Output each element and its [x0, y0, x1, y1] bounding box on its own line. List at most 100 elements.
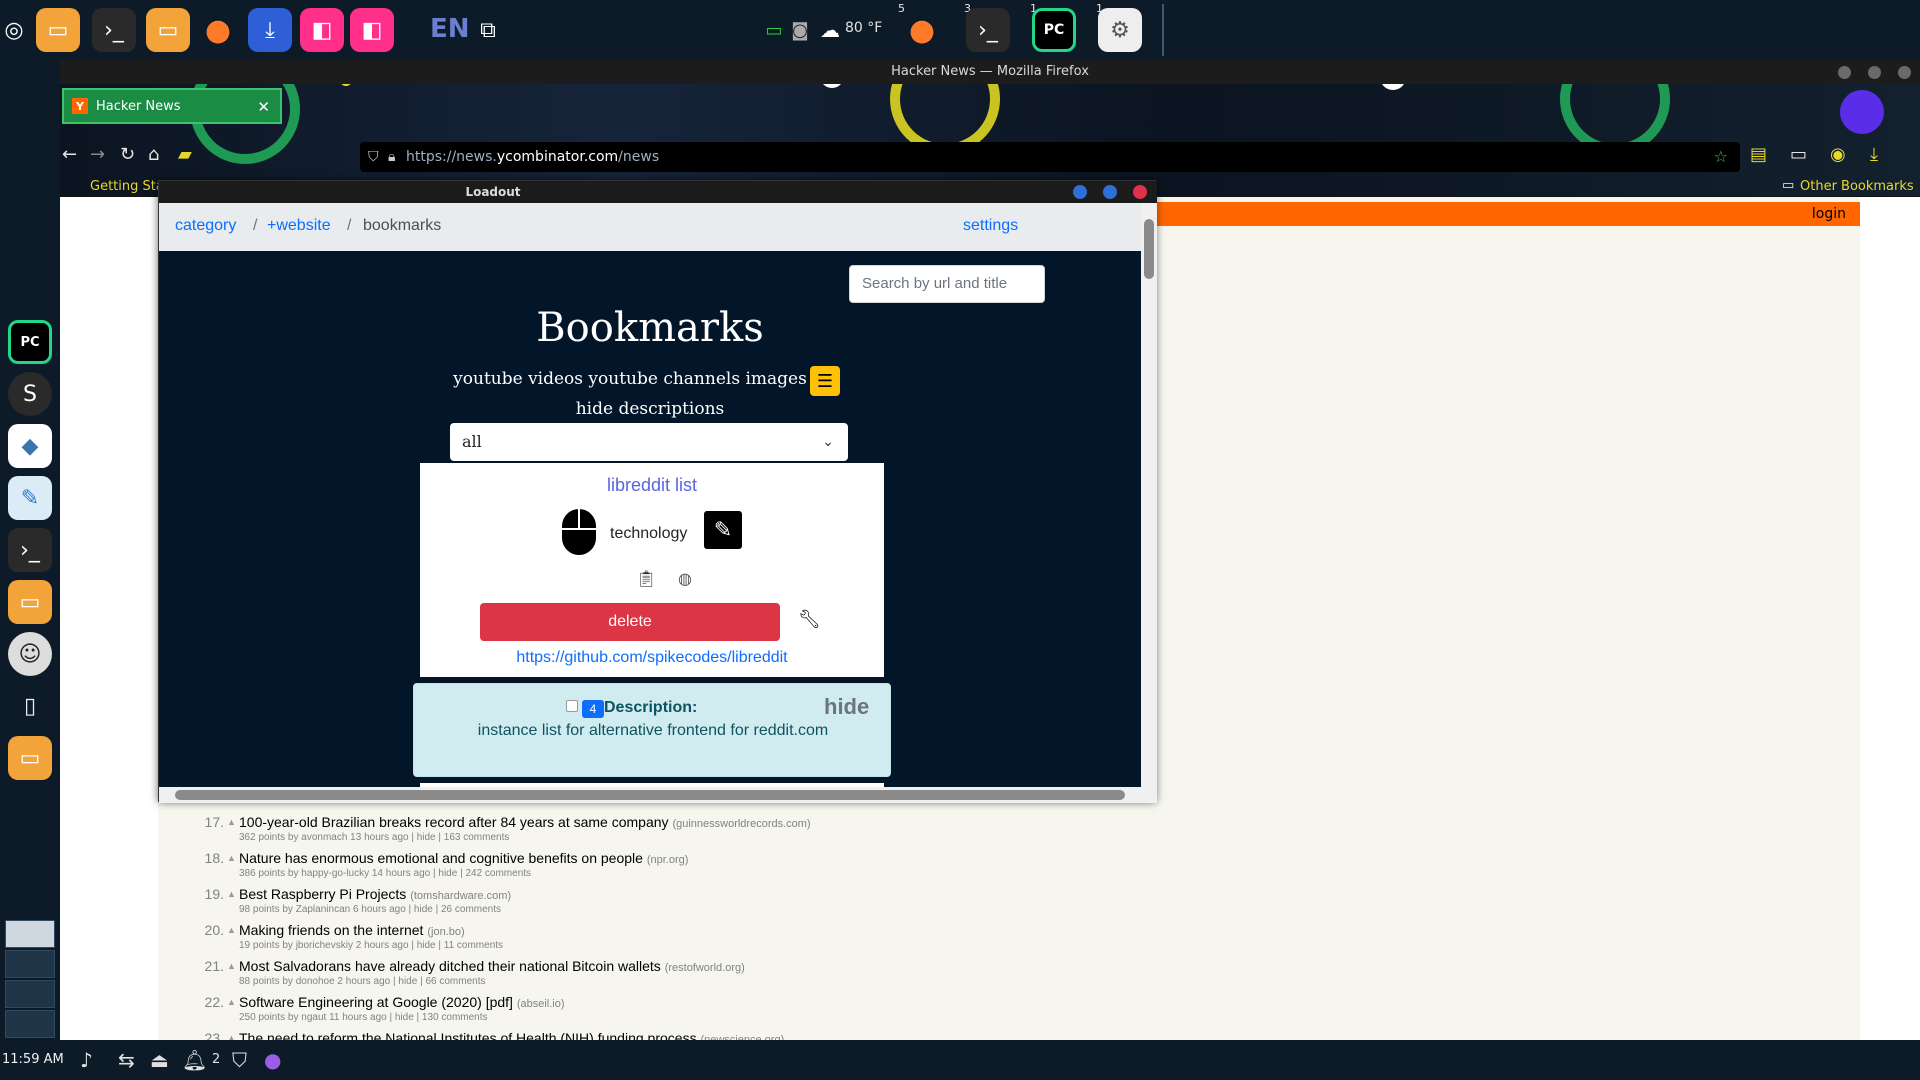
upvote-icon[interactable]: ▲ — [227, 817, 236, 827]
pycharm-icon[interactable]: PC — [8, 320, 52, 364]
notification-icon[interactable]: 🔔︎ — [182, 1048, 207, 1072]
shop-icon-2[interactable]: ◧ — [350, 8, 394, 52]
lock-icon[interactable]: 🔒︎ — [388, 142, 395, 172]
files-dock-icon[interactable]: ▭ — [8, 580, 52, 624]
tab-hacker-news[interactable]: Y Hacker News ✕ — [62, 88, 282, 124]
tab-close-icon[interactable]: ✕ — [257, 98, 270, 116]
terminal-running-icon[interactable]: ›_ — [966, 8, 1010, 52]
firefox-icon[interactable]: ● — [196, 8, 240, 52]
back-icon[interactable]: ← — [62, 144, 77, 165]
story-title-text[interactable]: 100-year-old Brazilian breaks record aft… — [239, 814, 669, 830]
settings-running-icon[interactable]: ⚙ — [1098, 8, 1142, 52]
story-site[interactable]: (jon.bo) — [427, 926, 464, 938]
edit-icon[interactable]: ✎ — [704, 511, 742, 549]
workspace-icon[interactable]: ⧉ — [466, 8, 510, 52]
upvote-icon[interactable]: ▲ — [227, 853, 236, 863]
story-site[interactable]: (abseil.io) — [517, 998, 565, 1010]
close-button[interactable] — [1898, 66, 1911, 79]
scrollbar-thumb[interactable] — [175, 790, 1125, 800]
firefox-running-icon[interactable]: ● — [900, 8, 944, 52]
loadout-maximize-button[interactable] — [1103, 185, 1117, 199]
folder-icon[interactable]: ▭ — [146, 8, 190, 52]
shop-icon[interactable]: ◧ — [300, 8, 344, 52]
bookmark-star-icon[interactable]: ☆ — [1714, 142, 1728, 172]
globe-icon[interactable]: ◍ — [678, 569, 692, 588]
vertical-scrollbar[interactable] — [1141, 203, 1157, 787]
maximize-button[interactable] — [1868, 66, 1881, 79]
story-title[interactable]: Software Engineering at Google (2020) [p… — [239, 994, 565, 1010]
bookmark-getting-started[interactable]: Getting Sta — [90, 179, 164, 194]
workspace-4[interactable] — [5, 1010, 55, 1038]
workspace-3[interactable] — [5, 980, 55, 1008]
pycharm-running-icon[interactable]: PC — [1032, 8, 1076, 52]
shield-icon[interactable]: ⛉ — [232, 1048, 247, 1072]
story-title[interactable]: Making friends on the internet (jon.bo) — [239, 922, 465, 938]
bookmark-url[interactable]: https://github.com/spikecodes/libreddit — [420, 649, 884, 667]
upvote-icon[interactable]: ▲ — [227, 961, 236, 971]
extension-icon[interactable]: ▰ — [178, 144, 192, 165]
upvote-icon[interactable]: ▲ — [227, 925, 236, 935]
folder-dock-icon[interactable]: ▭ — [8, 736, 52, 780]
clock[interactable]: 11:59 AM — [2, 1052, 64, 1067]
story-title-text[interactable]: Making friends on the internet — [239, 922, 423, 938]
search-input[interactable]: Search by url and title — [849, 265, 1045, 303]
horizontal-scrollbar[interactable] — [159, 787, 1157, 803]
loadout-minimize-button[interactable] — [1073, 185, 1087, 199]
network-icon[interactable]: ⇆ — [118, 1048, 135, 1072]
pocket-icon[interactable]: ▤ — [1750, 144, 1767, 165]
upvote-icon[interactable]: ▲ — [227, 889, 236, 899]
wrench-icon[interactable]: 🔧︎ — [798, 609, 821, 630]
terminal-icon[interactable]: ›_ — [92, 8, 136, 52]
bookmark-title[interactable]: libreddit list — [420, 475, 884, 496]
breadcrumb-category[interactable]: category — [175, 217, 236, 235]
list-view-icon[interactable]: ☰ — [810, 366, 840, 396]
story-title[interactable]: Nature has enormous emotional and cognit… — [239, 850, 688, 866]
download-icon[interactable]: ⤓ — [248, 8, 292, 52]
hide-description-button[interactable]: hide — [824, 694, 869, 720]
shield-icon[interactable]: ⛉ — [368, 142, 379, 172]
files-icon[interactable]: ▭ — [36, 8, 80, 52]
description-checkbox[interactable] — [566, 700, 578, 712]
music-icon[interactable]: ♪ — [80, 1048, 93, 1072]
minimize-button[interactable] — [1838, 66, 1851, 79]
upvote-icon[interactable]: ▲ — [227, 997, 236, 1007]
story-site[interactable]: (guinnessworldrecords.com) — [672, 818, 810, 830]
delete-button[interactable]: delete — [480, 603, 780, 641]
account-icon[interactable]: ◉ — [1830, 144, 1846, 165]
cast-icon[interactable]: ▭ — [1790, 144, 1807, 165]
story-site[interactable]: (restofworld.org) — [665, 962, 745, 974]
book-icon[interactable]: ▯ — [8, 684, 52, 728]
story-title-text[interactable]: Most Salvadorans have already ditched th… — [239, 958, 661, 974]
login-link[interactable]: login — [1812, 206, 1846, 222]
story-title[interactable]: Most Salvadorans have already ditched th… — [239, 958, 745, 974]
app-indicator-icon[interactable]: ● — [264, 1048, 281, 1072]
url-bar[interactable]: ⛉ 🔒︎ https://news.ycombinator.com/news ☆ — [360, 142, 1740, 172]
breadcrumb-website[interactable]: +website — [267, 217, 331, 235]
other-bookmarks[interactable]: Other Bookmarks — [1800, 179, 1914, 194]
mint-menu-icon[interactable]: ◎ — [0, 8, 28, 52]
weather-temperature[interactable]: 80 °F — [845, 20, 882, 36]
loadout-close-button[interactable] — [1133, 185, 1147, 199]
forward-icon[interactable]: → — [90, 144, 105, 165]
hide-descriptions-link[interactable]: hide descriptions — [159, 399, 1141, 419]
feather-icon[interactable]: ✎ — [8, 476, 52, 520]
category-select[interactable]: all ⌄ — [450, 423, 848, 461]
scrollbar-thumb[interactable] — [1144, 219, 1154, 279]
s-app-icon[interactable]: S — [8, 372, 52, 416]
settings-link[interactable]: settings — [963, 217, 1018, 235]
sunglasses-icon[interactable]: ☺ — [8, 632, 52, 676]
reload-icon[interactable]: ↻ — [120, 144, 135, 165]
downloads-icon[interactable]: ⤓ — [1870, 144, 1878, 165]
story-site[interactable]: (npr.org) — [647, 854, 689, 866]
workspace-1[interactable] — [5, 920, 55, 948]
language-indicator[interactable]: EN — [430, 14, 470, 44]
story-title-text[interactable]: Software Engineering at Google (2020) [p… — [239, 994, 513, 1010]
home-icon[interactable]: ⌂ — [148, 144, 159, 165]
story-title-text[interactable]: Best Raspberry Pi Projects — [239, 886, 406, 902]
python-icon[interactable]: ◆ — [8, 424, 52, 468]
filter-links-text[interactable]: youtube videos youtube channels images — [453, 369, 807, 389]
story-title[interactable]: 100-year-old Brazilian breaks record aft… — [239, 814, 811, 830]
story-title-text[interactable]: Nature has enormous emotional and cognit… — [239, 850, 643, 866]
filter-links[interactable]: youtube videos youtube channels images — [159, 369, 1141, 389]
story-site[interactable]: (tomshardware.com) — [410, 890, 511, 902]
